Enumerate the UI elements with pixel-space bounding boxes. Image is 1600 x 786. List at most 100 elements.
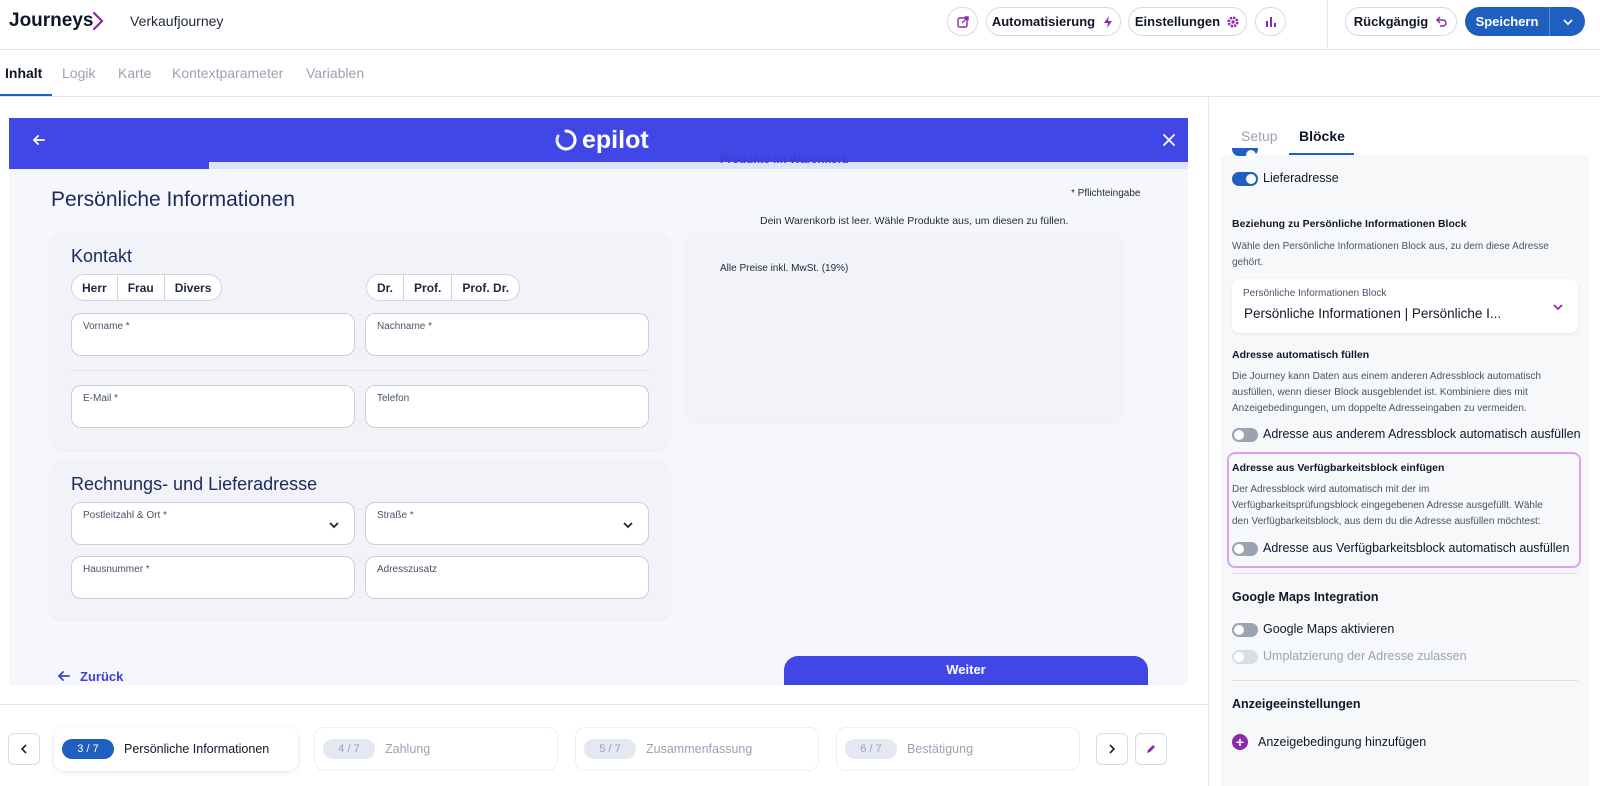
- cart-title: Produkte im Warenkorb: [720, 154, 850, 166]
- step-label: Persönliche Informationen: [124, 742, 270, 756]
- block-settings-panel: Setup Blöcke: [1208, 97, 1600, 786]
- tab-variablen[interactable]: Variablen: [306, 65, 364, 81]
- settings-button[interactable]: Einstellungen: [1128, 7, 1247, 36]
- chevron-right-icon: [92, 11, 104, 31]
- chevron-right-icon: [1109, 744, 1116, 754]
- brand-bar: epilot: [9, 118, 1188, 162]
- breadcrumb-root[interactable]: Journeys: [9, 10, 93, 32]
- arrow-left-icon: [57, 671, 70, 681]
- chevron-down-icon: [329, 522, 339, 529]
- info-block-select-label: Persönliche Informationen Block: [1243, 288, 1387, 299]
- toggle-partial[interactable]: [1232, 148, 1258, 160]
- autofill-desc-line: Die Journey kann Daten aus einem anderen…: [1232, 371, 1542, 382]
- title-prof[interactable]: Prof.: [404, 275, 453, 300]
- first-name-field[interactable]: Vorname *: [71, 313, 355, 356]
- phone-field[interactable]: Telefon: [365, 385, 649, 428]
- salutation-selector: Herr Frau Divers: [71, 274, 223, 301]
- step-label: Zusammenfassung: [646, 742, 753, 756]
- top-bar: Journeys Verkaufjourney Automatisierung …: [0, 0, 1600, 50]
- close-icon[interactable]: [1159, 130, 1179, 150]
- relation-desc-line: Wähle den Persönliche Informationen Bloc…: [1232, 241, 1549, 252]
- gear-icon: [1227, 16, 1239, 27]
- back-button[interactable]: Zurück: [56, 668, 123, 684]
- step-label: Bestätigung: [907, 742, 974, 756]
- title-dr[interactable]: Dr.: [367, 275, 405, 300]
- cart-empty-message: Dein Warenkorb ist leer. Wähle Produkte …: [760, 215, 1069, 227]
- google-maps-toggle[interactable]: [1232, 623, 1258, 637]
- next-label: Weiter: [946, 662, 986, 677]
- open-external-button[interactable]: [947, 7, 978, 36]
- editor-tabs: Inhalt Logik Karte Kontextparameter Vari…: [0, 50, 1600, 97]
- address-addition-field[interactable]: Adresszusatz: [365, 556, 649, 599]
- add-display-condition-button[interactable]: + Anzeigebedingung hinzufügen: [1232, 734, 1426, 750]
- last-name-label: Nachname *: [377, 321, 433, 332]
- autofill-desc-line: ausfüllen, wenn dieser Block ausgeblende…: [1232, 387, 1528, 398]
- save-button[interactable]: Speichern: [1465, 7, 1585, 36]
- salutation-divers[interactable]: Divers: [165, 275, 222, 300]
- house-number-field[interactable]: Hausnummer *: [71, 556, 355, 599]
- tab-kontextparameter[interactable]: Kontextparameter: [172, 65, 283, 81]
- info-block-select[interactable]: Persönliche Informationen Block Persönli…: [1232, 279, 1578, 333]
- arrow-left-icon[interactable]: [29, 130, 49, 150]
- external-link-icon: [956, 15, 969, 28]
- tab-bloecke[interactable]: Blöcke: [1299, 128, 1345, 144]
- availability-desc-line: Verfügbarkeitsprüfungsblock eingegebenen…: [1232, 500, 1543, 511]
- street-label: Straße *: [377, 510, 414, 521]
- epilot-logo-icon: [555, 129, 577, 151]
- tab-inhalt[interactable]: Inhalt: [5, 65, 42, 81]
- first-name-label: Vorname *: [83, 321, 130, 332]
- step-item[interactable]: 4 / 7 Zahlung: [314, 727, 558, 771]
- previous-step-button[interactable]: [8, 733, 40, 765]
- step-item[interactable]: 5 / 7 Zusammenfassung: [575, 727, 819, 771]
- address-title: Rechnungs- und Lieferadresse: [71, 474, 318, 494]
- edit-steps-button[interactable]: [1135, 733, 1167, 765]
- address-addition-label: Adresszusatz: [377, 564, 438, 575]
- undo-icon: [1436, 15, 1447, 27]
- info-block-select-value: Persönliche Informationen | Persönliche …: [1244, 306, 1502, 321]
- autofill-toggle[interactable]: [1232, 428, 1258, 442]
- breadcrumb-page: Verkaufjourney: [130, 13, 224, 29]
- tab-logik[interactable]: Logik: [62, 65, 95, 81]
- relation-heading: Beziehung zu Persönliche Informationen B…: [1232, 218, 1467, 230]
- chevron-down-icon: [1553, 304, 1563, 311]
- cart-card: [684, 232, 1124, 422]
- title-prof-dr[interactable]: Prof. Dr.: [452, 275, 519, 300]
- cart-price-note: Alle Preise inkl. MwSt. (19%): [720, 263, 849, 274]
- step-badge: 4 / 7: [323, 739, 375, 759]
- google-maps-toggle-label: Google Maps aktivieren: [1263, 622, 1395, 636]
- autofill-toggle-label: Adresse aus anderem Adressblock automati…: [1263, 427, 1581, 441]
- salutation-herr[interactable]: Herr: [72, 275, 118, 300]
- delivery-address-label: Lieferadresse: [1263, 171, 1339, 185]
- last-name-field[interactable]: Nachname *: [365, 313, 649, 356]
- delivery-address-toggle[interactable]: [1232, 172, 1258, 186]
- save-options-button[interactable]: [1550, 7, 1585, 36]
- street-field[interactable]: Straße *: [365, 502, 649, 545]
- chevron-down-icon: [1562, 18, 1573, 25]
- tab-karte[interactable]: Karte: [118, 65, 151, 81]
- step-item[interactable]: 3 / 7 Persönliche Informationen: [54, 727, 298, 771]
- analytics-button[interactable]: [1255, 7, 1286, 36]
- next-step-button[interactable]: [1096, 733, 1128, 765]
- next-button[interactable]: Weiter: [784, 656, 1148, 685]
- step-item[interactable]: 6 / 7 Bestätigung: [836, 727, 1080, 771]
- chevron-down-icon: [623, 522, 633, 529]
- progress-fill: [9, 162, 210, 169]
- autofill-heading: Adresse automatisch füllen: [1232, 349, 1370, 361]
- lightning-icon: [1104, 15, 1113, 28]
- settings-label: Einstellungen: [1134, 14, 1221, 29]
- contact-title: Kontakt: [71, 246, 133, 266]
- availability-toggle[interactable]: [1232, 542, 1258, 556]
- journey-progress: [9, 162, 1188, 169]
- brand-name: epilot: [582, 125, 649, 154]
- salutation-frau[interactable]: Frau: [118, 275, 165, 300]
- email-field[interactable]: E-Mail *: [71, 385, 355, 428]
- header-divider: [1327, 0, 1328, 50]
- zip-city-field[interactable]: Postleitzahl & Ort *: [71, 502, 355, 545]
- save-label: Speichern: [1465, 7, 1550, 36]
- tab-setup[interactable]: Setup: [1241, 128, 1278, 144]
- automation-button[interactable]: Automatisierung: [986, 7, 1121, 36]
- undo-button[interactable]: Rückgängig: [1345, 7, 1457, 36]
- undo-label: Rückgängig: [1353, 14, 1429, 29]
- phone-label: Telefon: [377, 393, 410, 404]
- active-tab-indicator: [0, 94, 52, 96]
